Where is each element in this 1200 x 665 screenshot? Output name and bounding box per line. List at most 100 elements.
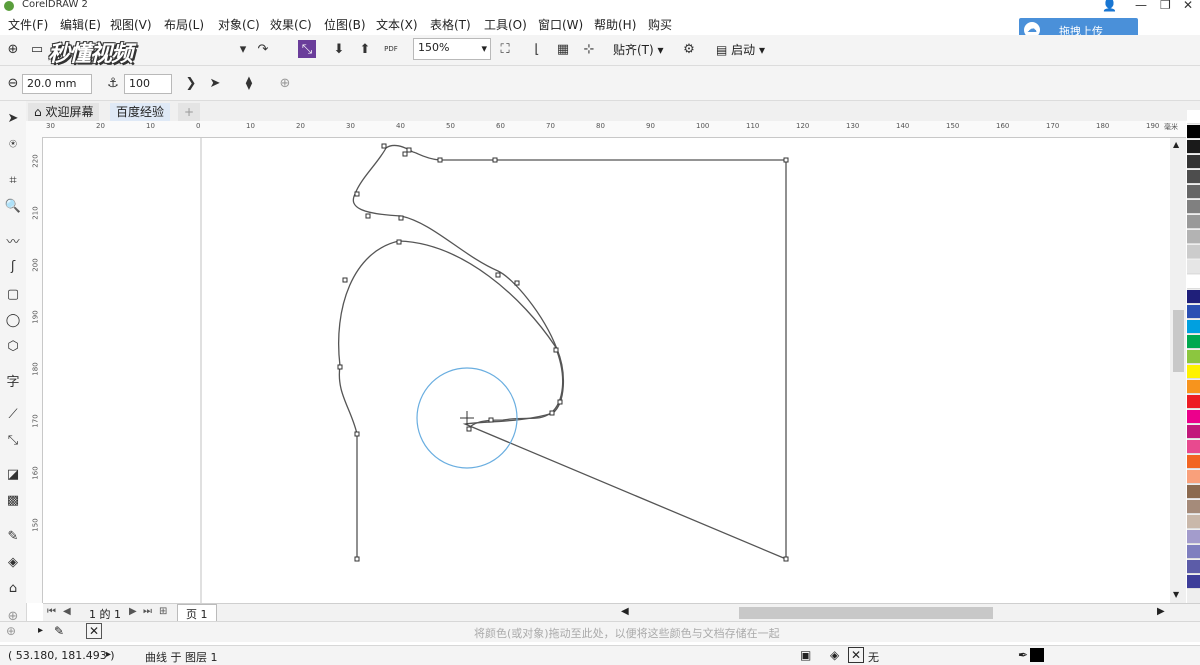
undo-arrow-icon[interactable]: ▾: [234, 40, 252, 58]
scroll-left-icon[interactable]: ◀: [621, 606, 629, 617]
new-document-icon[interactable]: ⊕: [4, 40, 22, 58]
palette-swatch[interactable]: [1187, 530, 1200, 544]
palette-swatch[interactable]: [1187, 365, 1200, 379]
menu-item-5[interactable]: 效果(C): [270, 16, 312, 33]
chevron-right-icon[interactable]: ❯: [182, 74, 200, 92]
rectangle-tool-icon[interactable]: ▢: [4, 285, 22, 303]
menu-item-10[interactable]: 窗口(W): [538, 16, 583, 33]
zoom-level-select[interactable]: 150% ▾: [413, 38, 491, 60]
color-mode-icon[interactable]: ▣: [800, 648, 811, 662]
snap-to-dropdown[interactable]: 贴齐(T) ▾: [613, 41, 664, 58]
fill-tool-icon[interactable]: ◈: [4, 553, 22, 571]
zoom-tool-icon[interactable]: 🔍: [4, 197, 22, 215]
pick-tool-icon[interactable]: ➤: [4, 109, 22, 127]
next-page-icon[interactable]: ▶: [129, 606, 137, 617]
drawing-canvas[interactable]: [43, 138, 1170, 603]
vertical-scrollbar[interactable]: ▲ ▼: [1170, 138, 1186, 603]
eyedropper-icon[interactable]: ✎: [54, 624, 64, 638]
palette-swatch[interactable]: [1187, 500, 1200, 514]
arrow-right-icon[interactable]: ➤: [206, 74, 224, 92]
add-color-icon[interactable]: ⊕: [6, 624, 16, 638]
palette-swatch[interactable]: [1187, 170, 1200, 184]
ink-drop-icon[interactable]: ⧫: [240, 74, 258, 92]
palette-swatch[interactable]: [1187, 110, 1200, 124]
palette-swatch[interactable]: [1187, 410, 1200, 424]
menu-item-11[interactable]: 帮助(H): [594, 16, 636, 33]
import-image-icon[interactable]: ⤡: [298, 40, 316, 58]
shape-tool-icon[interactable]: ⍟: [4, 135, 22, 153]
no-color-swatch-icon[interactable]: ✕: [86, 623, 102, 639]
user-icon[interactable]: 👤: [1102, 0, 1117, 12]
scroll-down-icon[interactable]: ▼: [1173, 590, 1179, 599]
palette-swatch[interactable]: [1187, 575, 1200, 589]
polygon-tool-icon[interactable]: ⬡: [4, 337, 22, 355]
rulers-icon[interactable]: ⌊: [528, 40, 546, 58]
restore-icon[interactable]: ❐: [1160, 0, 1171, 12]
palette-swatch[interactable]: [1187, 230, 1200, 244]
outline-color-swatch[interactable]: [1030, 648, 1044, 662]
freehand-tool-icon[interactable]: 〰: [4, 231, 22, 250]
palette-swatch[interactable]: [1187, 245, 1200, 259]
menu-item-8[interactable]: 表格(T): [430, 16, 471, 33]
no-fill-swatch-icon[interactable]: ✕: [848, 647, 864, 663]
palette-swatch[interactable]: [1187, 440, 1200, 454]
new-tab-button[interactable]: +: [178, 103, 201, 121]
minimize-icon[interactable]: —: [1135, 0, 1147, 12]
add-page-icon[interactable]: ⊞: [159, 606, 167, 617]
palette-swatch[interactable]: [1187, 455, 1200, 469]
palette-swatch[interactable]: [1187, 395, 1200, 409]
launch-dropdown[interactable]: ▤ 启动 ▾: [716, 41, 765, 58]
outline-width-input[interactable]: 20.0 mm: [22, 74, 92, 94]
status-arrow-icon[interactable]: ▸: [106, 649, 111, 660]
menu-item-2[interactable]: 视图(V): [110, 16, 152, 33]
artistic-media-icon[interactable]: ʃ: [4, 257, 22, 275]
pen-icon[interactable]: ✒: [1018, 648, 1028, 662]
eyedropper-tool-icon[interactable]: ✎: [4, 527, 22, 545]
menu-item-9[interactable]: 工具(O): [484, 16, 527, 33]
vertical-ruler[interactable]: 220 210 200 190 180 170 160 150: [26, 137, 43, 603]
palette-swatch[interactable]: [1187, 140, 1200, 154]
crop-tool-icon[interactable]: ⌗: [4, 171, 22, 189]
redo-icon[interactable]: ↷: [254, 40, 272, 58]
palette-swatch[interactable]: [1187, 485, 1200, 499]
palette-swatch[interactable]: [1187, 425, 1200, 439]
palette-swatch[interactable]: [1187, 380, 1200, 394]
curve-outer-path[interactable]: [338, 240, 564, 559]
palette-swatch[interactable]: [1187, 260, 1200, 274]
tab-baidu-jingyan[interactable]: 百度经验: [110, 103, 171, 121]
palette-swatch[interactable]: [1187, 560, 1200, 574]
horizontal-scroll-thumb[interactable]: [739, 607, 993, 619]
palette-swatch[interactable]: [1187, 305, 1200, 319]
full-screen-icon[interactable]: ⛶: [496, 40, 514, 58]
vertical-scroll-thumb[interactable]: [1173, 310, 1184, 372]
first-page-icon[interactable]: ⏮: [47, 606, 56, 617]
tab-welcome[interactable]: ⌂ 欢迎屏幕: [28, 103, 100, 121]
palette-swatch[interactable]: [1187, 335, 1200, 349]
fill-icon[interactable]: ◈: [830, 648, 839, 662]
palette-swatch[interactable]: [1187, 320, 1200, 334]
smart-fill-tool-icon[interactable]: ⌂: [4, 579, 22, 597]
menu-item-7[interactable]: 文本(X): [376, 16, 418, 33]
palette-swatch[interactable]: [1187, 275, 1200, 289]
palette-arrow-icon[interactable]: ▸: [38, 625, 43, 636]
text-tool-icon[interactable]: 字: [4, 371, 22, 390]
menu-item-3[interactable]: 布局(L): [164, 16, 204, 33]
palette-swatch[interactable]: [1187, 290, 1200, 304]
guidelines-icon[interactable]: ⊹: [580, 40, 598, 58]
menu-item-1[interactable]: 编辑(E): [60, 16, 101, 33]
curve-shape-path[interactable]: [352, 144, 787, 560]
add-icon[interactable]: ⊕: [276, 74, 294, 92]
palette-swatch[interactable]: [1187, 545, 1200, 559]
dimension-tool-icon[interactable]: ⟋: [4, 405, 22, 423]
horizontal-ruler[interactable]: 30 20 10 0 10 20 30 40 50 60 70 80 90 100 110 120 130 140…: [26, 121, 1186, 138]
palette-swatch[interactable]: [1187, 470, 1200, 484]
gear-icon[interactable]: ⚙: [680, 40, 698, 58]
palette-swatch[interactable]: [1187, 515, 1200, 529]
smoothness-input[interactable]: 100: [124, 74, 172, 94]
palette-swatch[interactable]: [1187, 200, 1200, 214]
connector-tool-icon[interactable]: ⤡: [4, 431, 22, 449]
transparency-tool-icon[interactable]: ▩: [4, 491, 22, 509]
import-icon[interactable]: ⬇: [330, 40, 348, 58]
close-icon[interactable]: ✕: [1183, 0, 1193, 12]
publish-pdf-icon[interactable]: PDF: [382, 40, 400, 58]
